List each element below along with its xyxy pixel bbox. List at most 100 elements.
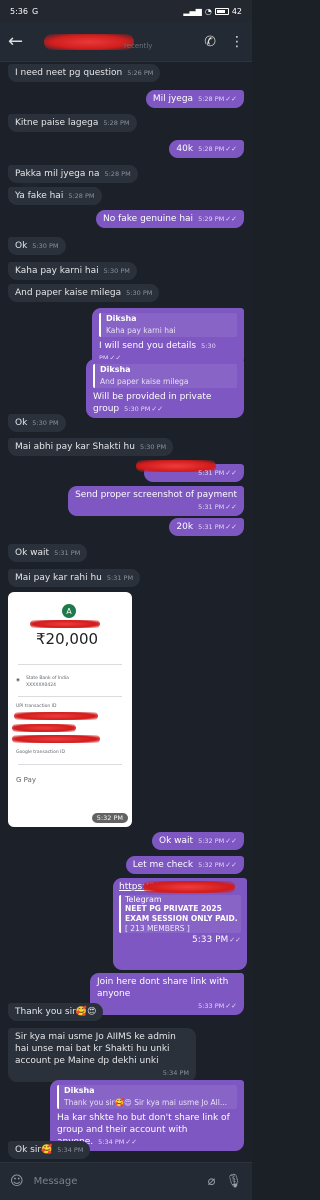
quote-text: Thank you sir🥰😍 Sir kya mai usme Jo All.… xyxy=(64,1098,227,1107)
quote-author: Diksha xyxy=(106,314,137,323)
link-preview[interactable]: Telegram NEET PG PRIVATE 2025 EXAM SESSI… xyxy=(119,895,241,933)
redacted-from xyxy=(12,735,100,743)
google-icon: G xyxy=(31,6,39,16)
message-time: 5:29 PM xyxy=(198,215,225,223)
battery-icon xyxy=(214,7,229,15)
message-time: 5:30 PM xyxy=(103,267,130,275)
message-time: 5:30 PM xyxy=(139,443,167,451)
message-incoming[interactable]: I need neet pg question 5:26 PM xyxy=(8,64,161,82)
message-time: 5:31 PM xyxy=(198,469,225,477)
clock: 5:36 xyxy=(10,6,28,16)
message-time: 5:28 PM xyxy=(103,119,130,127)
message-time: 5:33 PM xyxy=(198,1002,225,1010)
message-time: 5:32 PM xyxy=(198,837,225,845)
message-text: Sir kya mai usme Jo AIIMS ke admin hai u… xyxy=(15,1032,176,1066)
quote-author: Diksha xyxy=(100,365,131,374)
wifi-icon: ◔ xyxy=(204,6,212,16)
message-text: Join here dont share link with anyone xyxy=(97,977,229,999)
upi-label: UPI transaction ID xyxy=(16,704,57,709)
preview-site: Telegram xyxy=(125,895,162,904)
redacted-upi-id xyxy=(14,712,98,720)
message-incoming[interactable]: Mai pay kar rahi hu 5:31 PM xyxy=(8,569,141,587)
divider xyxy=(18,696,122,697)
message-text: And paper kaise milega xyxy=(15,288,122,298)
message-incoming[interactable]: Pakka mil jyega na 5:28 PM xyxy=(8,165,138,183)
message-outgoing[interactable]: Send proper screenshot of payment 5:31 P… xyxy=(68,486,244,516)
phone-call-icon[interactable]: ✆ xyxy=(204,34,216,50)
read-ticks-icon: ✓✓ xyxy=(225,469,237,477)
read-ticks-icon: ✓✓ xyxy=(125,1138,138,1146)
read-ticks-icon: ✓✓ xyxy=(225,145,237,153)
message-incoming[interactable]: Mai abhi pay kar Shakti hu 5:30 PM xyxy=(8,438,174,456)
redacted-to xyxy=(12,724,76,732)
redacted-contact-name[interactable] xyxy=(44,33,134,50)
message-outgoing-reply[interactable]: Diksha And paper kaise milega Will be pr… xyxy=(86,359,244,418)
attach-icon[interactable]: ⌀ xyxy=(208,1174,216,1189)
preview-title: NEET PG PRIVATE 2025 EXAM SESSION ONLY P… xyxy=(125,904,238,923)
message-text: Ok wait xyxy=(159,836,194,846)
preview-members: [ 213 MEMBERS ] xyxy=(125,924,190,933)
message-incoming[interactable]: Ya fake hai 5:28 PM xyxy=(8,187,102,205)
message-text: Mai abhi pay kar Shakti hu xyxy=(15,442,135,452)
message-incoming[interactable]: Ok 5:30 PM xyxy=(8,237,66,255)
message-time: 5:31 PM xyxy=(54,549,81,557)
message-text: Kaha pay karni hai xyxy=(15,266,99,276)
message-outgoing[interactable]: 40k 5:28 PM✓✓ xyxy=(169,140,244,158)
message-outgoing[interactable]: Join here dont share link with anyone 5:… xyxy=(90,973,244,1015)
message-incoming[interactable]: Kaha pay karni hai 5:30 PM xyxy=(8,262,137,280)
message-time: 5:28 PM xyxy=(104,170,131,178)
message-outgoing[interactable]: No fake genuine hai 5:29 PM✓✓ xyxy=(96,210,244,228)
message-outgoing[interactable]: Mil jyega 5:28 PM✓✓ xyxy=(145,90,244,108)
redacted-payee xyxy=(30,620,100,628)
reply-quote[interactable]: Diksha And paper kaise milega xyxy=(93,364,237,388)
message-incoming[interactable]: Ok wait 5:31 PM xyxy=(8,544,88,562)
message-time: 5:31 PM xyxy=(106,574,134,582)
message-text: Mil jyega xyxy=(152,94,194,104)
message-time: 5:32 PM xyxy=(198,861,225,869)
read-ticks-icon: ✓✓ xyxy=(225,523,237,531)
message-incoming[interactable]: Sir kya mai usme Jo AIIMS ke admin hai u… xyxy=(8,1028,196,1082)
message-incoming[interactable]: Ok 5:30 PM xyxy=(8,414,66,432)
divider xyxy=(18,664,122,665)
message-time: 5:30 PM xyxy=(32,242,59,250)
google-txn-label: Google transaction ID xyxy=(16,750,65,755)
quote-text: Kaha pay karni hai xyxy=(106,326,176,335)
message-outgoing[interactable]: Ok wait 5:32 PM✓✓ xyxy=(152,832,244,850)
bank-name: State Bank of India xyxy=(26,676,69,681)
emoji-icon[interactable]: ☺ xyxy=(10,1174,24,1189)
message-time: 5:34 PM xyxy=(57,1146,84,1154)
reply-quote[interactable]: Diksha Thank you sir🥰😍 Sir kya mai usme … xyxy=(57,1085,237,1109)
message-outgoing[interactable]: 20k 5:31 PM✓✓ xyxy=(169,518,244,536)
read-ticks-icon: ✓✓ xyxy=(151,405,164,413)
bank-account: XXXXXX0424 xyxy=(26,683,56,688)
more-menu-icon[interactable]: ⋮ xyxy=(230,34,244,50)
message-outgoing-redacted[interactable]: 5:31 PM✓✓ xyxy=(136,460,244,482)
message-incoming[interactable]: Kitne paise lagega 5:28 PM xyxy=(8,114,137,132)
payment-amount: ₹20,000 xyxy=(36,630,99,648)
redacted-link xyxy=(143,881,235,893)
message-incoming[interactable]: Thank you sir🥰😍 xyxy=(8,1003,104,1021)
read-ticks-icon: ✓✓ xyxy=(225,95,237,103)
payee-avatar: A xyxy=(62,604,76,618)
message-time: 5:28 PM xyxy=(198,145,225,153)
message-text: Send proper screenshot of payment xyxy=(75,490,237,500)
message-time: 5:30 PM xyxy=(32,419,59,427)
message-incoming[interactable]: And paper kaise milega 5:30 PM xyxy=(8,284,160,302)
quote-text: And paper kaise milega xyxy=(100,377,189,386)
reply-quote[interactable]: Diksha Kaha pay karni hai xyxy=(99,313,237,337)
back-arrow-icon[interactable]: ← xyxy=(8,31,28,52)
message-text: I will send you details xyxy=(99,341,197,351)
message-outgoing[interactable]: Let me check 5:32 PM✓✓ xyxy=(125,856,244,874)
message-text: Ok wait xyxy=(15,548,50,558)
payment-screenshot-image[interactable]: A ₹20,000 ◉ State Bank of India XXXXXX04… xyxy=(8,592,132,827)
read-ticks-icon: ✓✓ xyxy=(225,837,237,845)
message-incoming[interactable]: Ok sir🥰 5:34 PM xyxy=(8,1141,91,1159)
microphone-icon[interactable]: 🎙 xyxy=(225,1174,242,1189)
message-outgoing-link[interactable]: https://t Telegram NEET PG PRIVATE 2025 … xyxy=(113,878,247,970)
message-text: Pakka mil jyega na xyxy=(15,169,100,179)
message-input[interactable] xyxy=(33,1176,198,1187)
message-time: 5:28 PM xyxy=(198,95,225,103)
status-bar: 5:36 G ▂▄▆ ◔ 42 xyxy=(0,0,252,22)
last-seen-status: recently xyxy=(124,41,153,50)
message-text: Kitne paise lagega xyxy=(15,118,99,128)
